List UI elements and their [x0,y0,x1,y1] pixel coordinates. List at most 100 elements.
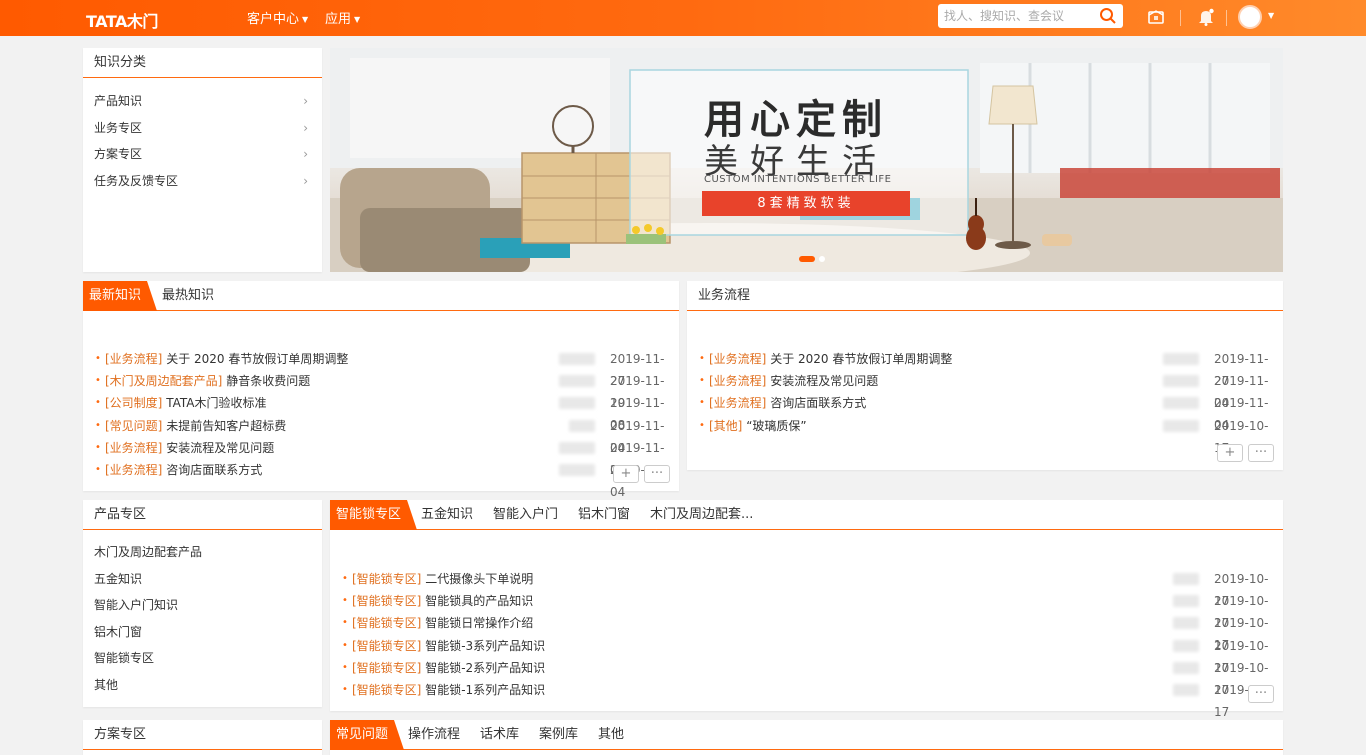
nav-customer-center[interactable]: 客户中心 ▼ [247,8,308,27]
list-item[interactable]: •[业务流程] 安装流程及常见问题2019-11-04 [83,437,679,477]
nav-apps-label: 应用 [325,12,352,27]
author-placeholder [1173,573,1199,585]
zone-label: 智能锁专区 [94,651,155,665]
list-item[interactable]: • [业务流程] 关于 2020 春节放假订单周期调整 2019-11-27 [83,348,679,388]
list-item[interactable]: • [智能锁专区] 智能锁-3系列产品知识 2019-10-17 [330,635,1283,675]
item-tag: [业务流程] [105,441,163,455]
list-item[interactable]: • [智能锁专区] 二代摄像头下单说明 2019-10-17 [330,568,1283,608]
divider [1180,10,1181,26]
tab-aluminum-wood-windows[interactable]: 铝木门窗 [578,500,630,530]
zone-item[interactable]: 铝木门窗 [83,619,322,646]
add-button[interactable]: + [1217,444,1243,462]
more-button[interactable]: ··· [644,465,670,483]
list-item[interactable]: • [智能锁专区] 智能锁日常操作介绍 2019-10-17 [330,612,1283,652]
category-label: 任务及反馈专区 [94,173,179,188]
item-title: 智能锁日常操作介绍 [425,616,534,630]
chevron-down-icon: ▼ [354,15,361,24]
list-item[interactable]: • [智能锁专区] 智能锁-2系列产品知识 2019-10-17 [330,657,1283,697]
item-tag: [业务流程] [709,352,767,366]
search-input[interactable] [944,8,1084,24]
tab-script-library[interactable]: 话术库 [480,720,519,750]
author-placeholder [559,397,595,409]
tab-smart-entry-door[interactable]: 智能入户门 [493,500,558,530]
category-item[interactable]: 业务专区 › [83,115,322,142]
panel-title: 方案专区 [83,720,322,750]
chevron-down-icon[interactable]: ▼ [1268,11,1274,20]
list-item[interactable]: •[业务流程] 咨询店面联系方式2019-11-04 [83,459,679,499]
bullet: • [95,420,101,431]
tab-wooden-doors[interactable]: 木门及周边配套... [650,500,753,530]
promo-banner[interactable]: 用心定制 美好生活 CUSTOM INTENTIONS BETTER LIFE … [330,48,1283,272]
item-tag: [智能锁专区] [352,594,422,608]
category-label: 业务专区 [94,120,143,135]
item-tag: [业务流程] [105,463,163,477]
bullet: • [95,397,101,408]
bullet: • [699,375,705,386]
tab-hardware[interactable]: 五金知识 [421,500,473,530]
list-item[interactable]: •[业务流程] 咨询店面联系方式2019-11-04 [687,392,1283,432]
item-tag: [常见问题] [105,419,163,433]
avatar[interactable] [1238,5,1262,29]
item-title: 智能锁具的产品知识 [425,594,534,608]
chevron-down-icon: ▼ [302,15,309,24]
panel-title: 知识分类 [83,48,322,78]
list-item[interactable]: • [业务流程] 关于 2020 春节放假订单周期调整 2019-11-27 [687,348,1283,388]
zone-label: 智能入户门知识 [94,598,179,612]
item-title: 智能锁-2系列产品知识 [425,661,546,675]
tab-hottest[interactable]: 最热知识 [162,281,214,311]
author-placeholder [559,375,595,387]
bullet: • [699,353,705,364]
category-item[interactable]: 产品知识 › [83,88,322,115]
author-placeholder [1173,595,1199,607]
bell-icon[interactable] [1196,7,1216,27]
cube-icon[interactable] [1146,7,1166,27]
more-button[interactable]: ··· [1248,685,1274,703]
search-box [938,4,1123,28]
list-item[interactable]: •[业务流程] 安装流程及常见问题2019-11-04 [687,370,1283,410]
add-button[interactable]: + [613,465,639,483]
list-item[interactable]: • [智能锁专区] 智能锁-1系列产品知识 2019-10-17 [330,679,1283,719]
banner-ribbon: 8套精致软装 [702,191,910,216]
category-item[interactable]: 方案专区 › [83,141,322,168]
zone-item[interactable]: 五金知识 [83,566,322,593]
bullet: • [342,595,348,606]
search-icon[interactable] [1099,7,1117,25]
category-item[interactable]: 任务及反馈专区 › [83,168,322,195]
tab-other[interactable]: 其他 [598,720,624,750]
list-item[interactable]: • [公司制度] TATA木门验收标准 2019-11-08 [83,392,679,432]
business-process-panel: 业务流程 • [业务流程] 关于 2020 春节放假订单周期调整 2019-11-2… [687,281,1283,470]
list-item[interactable]: • [智能锁专区] 智能锁具的产品知识 2019-10-17 [330,590,1283,630]
nav-customer-center-label: 客户中心 [247,12,300,27]
zone-item[interactable]: 智能锁专区 [83,645,322,672]
carousel-indicator-active[interactable] [799,256,815,262]
item-tag: [智能锁专区] [352,661,422,675]
panel-title: 业务流程 [687,281,1283,311]
item-tag: [智能锁专区] [352,639,422,653]
list-item[interactable]: •[其他] “玻璃质保”2019-10-17 [687,415,1283,455]
banner-english: CUSTOM INTENTIONS BETTER LIFE [704,174,892,185]
chevron-right-icon: › [303,94,308,108]
author-placeholder [1173,662,1199,674]
item-title: 智能锁-3系列产品知识 [425,639,546,653]
carousel-indicator[interactable] [819,256,825,262]
author-placeholder [559,353,595,365]
zone-item[interactable]: 木门及周边配套产品 [83,539,322,566]
nav-apps[interactable]: 应用 ▼ [325,8,360,27]
author-placeholder [1173,640,1199,652]
tab-latest[interactable]: 最新知识 [83,281,158,311]
tab-faq[interactable]: 常见问题 [330,720,405,750]
list-item[interactable]: • [常见问题] 未提前告知客户超标费 2019-11-04 [83,415,679,455]
tab-case-library[interactable]: 案例库 [539,720,578,750]
brand-logo[interactable]: TATA木门 [86,8,158,32]
bullet: • [699,420,705,431]
zone-item[interactable]: 智能入户门知识 [83,592,322,619]
list-item[interactable]: • [木门及周边配套产品] 静音条收费问题 2019-11-19 [83,370,679,410]
tab-operation-flow[interactable]: 操作流程 [408,720,460,750]
more-button[interactable]: ··· [1248,444,1274,462]
bullet: • [342,662,348,673]
item-title: 关于 2020 春节放假订单周期调整 [166,352,349,366]
item-title: 安装流程及常见问题 [770,374,879,388]
item-title: 咨询店面联系方式 [166,463,263,477]
zone-item[interactable]: 其他 [83,672,322,699]
tab-smart-lock[interactable]: 智能锁专区 [330,500,418,530]
